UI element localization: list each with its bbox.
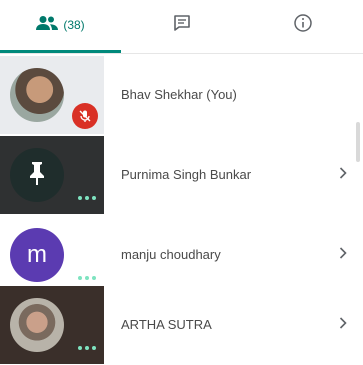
avatar	[10, 298, 64, 352]
participant-name: Bhav Shekhar (You)	[121, 87, 237, 102]
participant-count: (38)	[63, 18, 85, 32]
tab-divider	[0, 53, 363, 54]
participant-tile	[0, 136, 104, 214]
people-icon	[36, 15, 59, 36]
chat-icon	[172, 13, 192, 38]
participant-name: Purnima Singh Bunkar	[121, 167, 252, 182]
participant-tile	[0, 56, 104, 134]
scrollbar[interactable]	[356, 122, 360, 162]
participant-row[interactable]: ARTHA SUTRA	[0, 286, 363, 364]
chevron-right-icon[interactable]	[336, 243, 350, 263]
participant-row[interactable]: Purnima Singh Bunkar	[0, 136, 363, 214]
tab-people[interactable]: (38)	[0, 0, 121, 50]
muted-mic-icon	[72, 103, 98, 129]
participant-name: manju choudhary	[121, 247, 221, 262]
avatar: m	[10, 228, 64, 282]
pin-icon	[26, 160, 48, 191]
avatar	[10, 148, 64, 202]
more-dots-icon	[78, 276, 96, 280]
avatar-initial: m	[27, 241, 47, 268]
participant-row[interactable]: Bhav Shekhar (You)	[0, 56, 363, 134]
info-icon	[293, 13, 313, 38]
tab-info[interactable]	[242, 0, 363, 50]
avatar	[10, 68, 64, 122]
chevron-right-icon[interactable]	[336, 313, 350, 333]
chevron-right-icon[interactable]	[336, 163, 350, 183]
more-dots-icon	[78, 196, 96, 200]
tab-chat[interactable]	[121, 0, 242, 50]
participants-tab-bar: (38)	[0, 0, 363, 54]
participant-name: ARTHA SUTRA	[121, 317, 212, 332]
more-dots-icon	[78, 346, 96, 350]
participant-tile: m	[0, 216, 104, 294]
participant-row[interactable]: m manju choudhary	[0, 216, 363, 294]
participant-tile	[0, 286, 104, 364]
